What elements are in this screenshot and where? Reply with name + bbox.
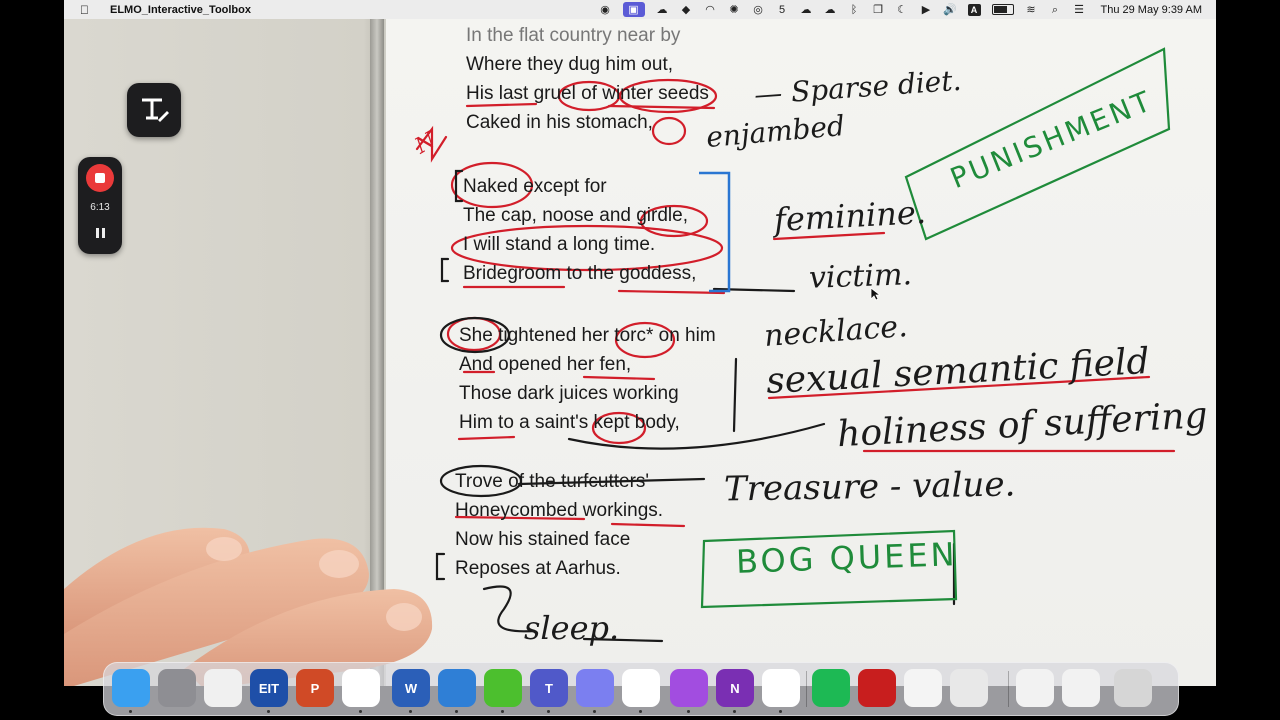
cloud-upload-icon[interactable] bbox=[484, 669, 522, 707]
recording-controls: 6:13 bbox=[78, 157, 122, 254]
moon-icon[interactable]: ☾ bbox=[896, 4, 909, 16]
recording-timer: 6:13 bbox=[90, 202, 110, 213]
pause-recording-button[interactable] bbox=[92, 225, 108, 241]
printer-icon[interactable] bbox=[950, 669, 988, 707]
onedrive-icon[interactable] bbox=[438, 669, 476, 707]
teams-icon[interactable]: T bbox=[530, 669, 568, 707]
wifi-icon[interactable]: ≋ bbox=[1025, 4, 1038, 16]
poem-line: Those dark juices working bbox=[459, 383, 679, 404]
running-indicator bbox=[687, 710, 690, 713]
poem-stanza-4: Trove of the turfcutters' Honeycombed wo… bbox=[455, 467, 663, 583]
poem-line: Where they dug him out, bbox=[466, 54, 673, 75]
chrome-window-thumbnail-icon[interactable] bbox=[1062, 669, 1100, 707]
running-indicator bbox=[409, 710, 412, 713]
textedit-icon[interactable] bbox=[904, 669, 942, 707]
chatgpt-icon[interactable] bbox=[622, 669, 660, 707]
spotify-icon[interactable] bbox=[812, 669, 850, 707]
running-indicator bbox=[267, 710, 270, 713]
acrobat-icon[interactable] bbox=[858, 669, 896, 707]
running-indicator bbox=[501, 710, 504, 713]
toolbox-icon[interactable]: ▣ bbox=[622, 2, 645, 17]
running-indicator bbox=[359, 710, 362, 713]
text-edit-icon bbox=[142, 98, 169, 122]
poem-line: Caked in his stomach, bbox=[466, 112, 653, 133]
poem-line: Naked except for bbox=[463, 176, 607, 197]
poem-line: In the flat country near by bbox=[466, 25, 681, 46]
gauge-icon[interactable]: ◠ bbox=[704, 4, 717, 16]
running-indicator bbox=[733, 710, 736, 713]
apple-icon[interactable]:  bbox=[80, 3, 94, 17]
play-icon[interactable]: ▶ bbox=[920, 4, 933, 16]
poem-line: The cap, noose and girdle, bbox=[463, 205, 688, 226]
poem-line: Bridegroom to the goddess, bbox=[463, 263, 697, 284]
stop-recording-button[interactable] bbox=[86, 164, 114, 192]
poem-line: She tightened her torc* on him bbox=[459, 325, 716, 346]
poem-line: Trove of the turfcutters' bbox=[455, 471, 650, 492]
onedrive-icon[interactable]: ☁ bbox=[824, 4, 837, 16]
poem-line: Him to a saint's kept body, bbox=[459, 412, 680, 433]
window-thumbnail-icon[interactable] bbox=[1016, 669, 1054, 707]
onenote-icon[interactable]: N bbox=[716, 669, 754, 707]
stop-icon bbox=[95, 173, 105, 183]
finder-icon[interactable] bbox=[112, 669, 150, 707]
note-victim: victim. bbox=[808, 257, 913, 296]
creative-cloud-icon[interactable]: ☁ bbox=[800, 4, 813, 16]
poem-stanza-3: She tightened her torc* on him And opene… bbox=[459, 321, 716, 437]
nordvpn-icon[interactable] bbox=[762, 669, 800, 707]
running-indicator bbox=[547, 710, 550, 713]
window-icon[interactable]: ❐ bbox=[872, 4, 885, 16]
mouse-cursor-icon bbox=[870, 287, 880, 301]
trash-icon[interactable] bbox=[1114, 669, 1152, 707]
powerpoint-icon[interactable]: P bbox=[296, 669, 334, 707]
running-indicator bbox=[455, 710, 458, 713]
poem-stanza-1: In the flat country near by Where they d… bbox=[466, 21, 709, 137]
poem-stanza-2: Naked except for The cap, noose and gird… bbox=[463, 172, 696, 288]
poem-line: And opened her fen, bbox=[459, 354, 632, 375]
battery-icon[interactable] bbox=[991, 4, 1014, 15]
poem-line: Reposes at Aarhus. bbox=[455, 558, 621, 579]
dock-separator bbox=[1008, 671, 1009, 707]
dock: EIT P W T N bbox=[103, 662, 1179, 716]
system-settings-icon[interactable] bbox=[158, 669, 196, 707]
poem-line: I will stand a long time. bbox=[463, 234, 656, 255]
chrome-icon[interactable] bbox=[342, 669, 380, 707]
five-icon[interactable]: 5 bbox=[776, 4, 789, 16]
search-icon[interactable]: ⌕ bbox=[1049, 4, 1062, 16]
openai-icon[interactable]: ✺ bbox=[728, 4, 741, 16]
note-feminine: feminine. bbox=[773, 193, 927, 239]
note-sleep: sleep. bbox=[524, 609, 620, 647]
menu-bar:  ELMO_Interactive_Toolbox ◉ ▣ ☁ ◆ ◠ ✺ ◎… bbox=[64, 0, 1216, 19]
elmo-toolbox-icon[interactable]: EIT bbox=[250, 669, 288, 707]
elmo-toolbox-widget[interactable] bbox=[127, 83, 181, 137]
menu-extras: ◉ ▣ ☁ ◆ ◠ ✺ ◎ 5 ☁ ☁ ᛒ ❐ ☾ ▶ 🔊 A ≋ ⌕ ☰ Th… bbox=[599, 0, 1203, 19]
running-indicator bbox=[779, 710, 782, 713]
spark-icon[interactable] bbox=[576, 669, 614, 707]
poem-line: Honeycombed workings. bbox=[455, 500, 664, 521]
input-a-icon[interactable]: A bbox=[967, 3, 981, 16]
cloud-app-icon[interactable]: ☁ bbox=[656, 4, 669, 16]
volume-icon[interactable]: 🔊 bbox=[943, 4, 957, 16]
dropbox-icon[interactable]: ◆ bbox=[680, 4, 693, 16]
running-indicator bbox=[639, 710, 642, 713]
poem-line: His last gruel of winter seeds bbox=[466, 83, 709, 104]
podcasts-icon[interactable] bbox=[670, 669, 708, 707]
running-indicator bbox=[593, 710, 596, 713]
poem-line: Now his stained face bbox=[455, 529, 631, 550]
word-icon[interactable]: W bbox=[392, 669, 430, 707]
hand-in-frame bbox=[64, 527, 433, 686]
note-bog-queen: BOG QUEEN bbox=[735, 535, 959, 581]
menu-clock[interactable]: Thu 29 May 9:39 AM bbox=[1101, 4, 1203, 16]
document-camera-feed: In the flat country near by Where they d… bbox=[64, 19, 1216, 686]
bluetooth-icon[interactable]: ᛒ bbox=[848, 4, 861, 16]
dock-separator bbox=[806, 671, 807, 707]
control-center-icon[interactable]: ☰ bbox=[1073, 4, 1086, 16]
evernote-icon[interactable]: ◎ bbox=[752, 4, 765, 16]
note-treasure-value: Treasure - value. bbox=[723, 464, 1016, 510]
app-name-menu[interactable]: ELMO_Interactive_Toolbox bbox=[110, 4, 251, 16]
screenrecorder-icon[interactable]: ◉ bbox=[599, 4, 612, 16]
launchpad-icon[interactable] bbox=[204, 669, 242, 707]
running-indicator bbox=[129, 710, 132, 713]
